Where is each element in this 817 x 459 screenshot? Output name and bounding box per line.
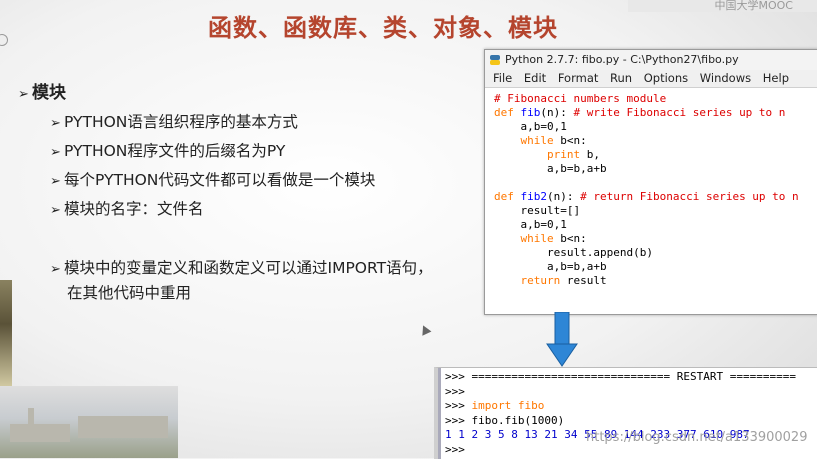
heading-text: 模块 — [32, 83, 66, 103]
menu-help[interactable]: Help — [763, 71, 789, 85]
bullet-item: ➢ 模块的名字：文件名 — [50, 197, 204, 219]
code-editor-text[interactable]: # Fibonacci numbers module def fib(n): #… — [485, 88, 817, 288]
shell-scrollbar[interactable] — [438, 368, 441, 459]
menu-windows[interactable]: Windows — [700, 71, 751, 85]
bullet-item: ➢ 每个PYTHON代码文件都可以看做是一个模块 — [50, 168, 375, 190]
bullet-text: PYTHON语言组织程序的基本方式 — [64, 113, 298, 131]
prompt: >>> — [445, 384, 465, 398]
decorative-photo — [0, 280, 12, 390]
down-arrow-icon — [546, 312, 578, 367]
idle-editor-window[interactable]: Python 2.7.7: fibo.py - C:\Python27\fibo… — [484, 49, 817, 315]
bullet-text: 模块的名字：文件名 — [64, 200, 204, 218]
bullet-arrow-icon: ➢ — [50, 116, 61, 131]
bullet-arrow-icon: ➢ — [50, 145, 61, 160]
slide-title: 函数、函数库、类、对象、模块 — [208, 13, 558, 42]
bullet-text: 模块中的变量定义和函数定义可以通过IMPORT语句， — [64, 259, 433, 277]
bullet-item: ➢ 模块中的变量定义和函数定义可以通过IMPORT语句， — [50, 256, 433, 278]
bullet-text: 每个PYTHON代码文件都可以看做是一个模块 — [64, 171, 376, 189]
mooc-logo: 中国大学MOOC — [628, 0, 817, 12]
menu-edit[interactable]: Edit — [524, 71, 546, 85]
prompt: >>> — [445, 442, 465, 456]
import-command: import fibo — [471, 399, 545, 412]
bullet-text-continued: 在其他代码中重用 — [67, 284, 192, 302]
decorative-circle-icon — [0, 34, 8, 46]
menu-format[interactable]: Format — [558, 71, 599, 85]
menu-file[interactable]: File — [493, 71, 512, 85]
editor-titlebar[interactable]: Python 2.7.7: fibo.py - C:\Python27\fibo… — [485, 50, 817, 70]
bullet-arrow-icon: ➢ — [50, 203, 61, 218]
editor-menubar: File Edit Format Run Options Windows Hel… — [485, 70, 817, 88]
bullet-item: ➢ PYTHON语言组织程序的基本方式 — [50, 110, 298, 132]
bullet-arrow-icon: ➢ — [50, 262, 61, 277]
python-icon — [490, 55, 500, 65]
menu-run[interactable]: Run — [610, 71, 632, 85]
bullet-heading: ➢ 模块 — [18, 78, 66, 103]
bullet-item: ➢ PYTHON程序文件的后缀名为PY — [50, 139, 285, 161]
bullet-arrow-icon: ➢ — [50, 174, 61, 189]
editor-title-text: Python 2.7.7: fibo.py - C:\Python27\fibo… — [505, 53, 739, 66]
mouse-cursor-icon — [418, 323, 432, 336]
campus-photo — [0, 386, 178, 458]
call-command: fibo.fib(1000) — [471, 413, 565, 427]
bullet-text: PYTHON程序文件的后缀名为PY — [64, 142, 286, 160]
watermark-text: https://blog.csdn.net/a133900029 — [586, 430, 808, 445]
restart-line: >>> ============================== RESTA… — [445, 370, 796, 383]
menu-options[interactable]: Options — [644, 71, 688, 85]
prompt: >>> — [445, 399, 465, 412]
python-shell-window[interactable]: >>> ============================== RESTA… — [434, 367, 817, 459]
bullet-arrow-icon: ➢ — [18, 87, 29, 102]
slide: 中国大学MOOC 函数、函数库、类、对象、模块 ➢ 模块 ➢ PYTHON语言组织程… — [0, 0, 817, 459]
